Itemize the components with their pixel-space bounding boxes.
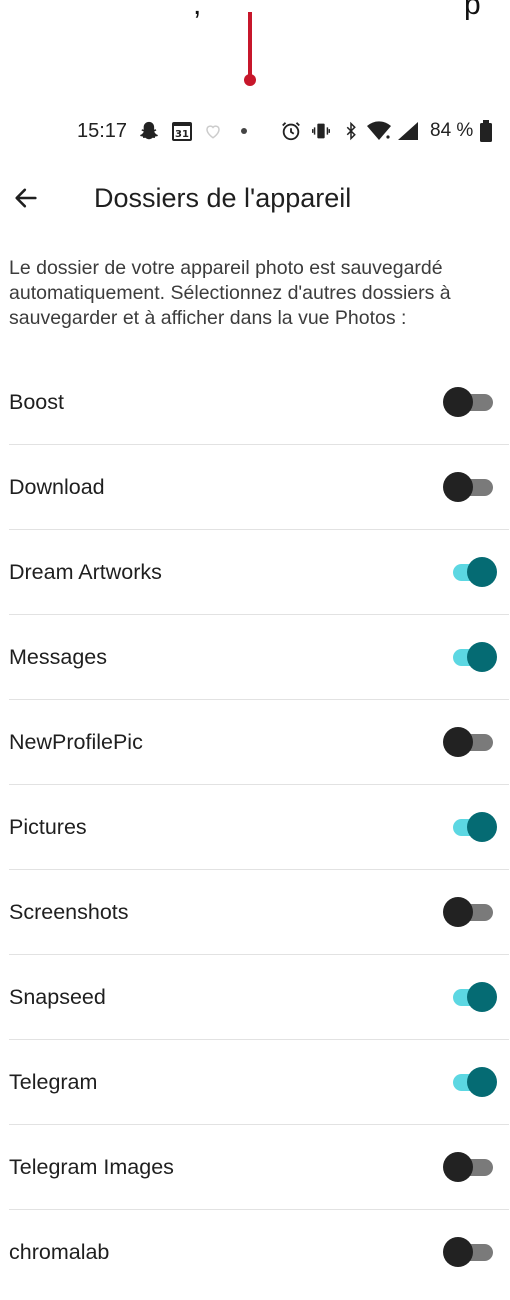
folder-name: Snapseed (9, 985, 106, 1009)
dot-icon (240, 116, 248, 146)
folder-name: Messages (9, 645, 107, 669)
folder-toggle-switch[interactable] (443, 1066, 497, 1098)
toggle-thumb (467, 982, 497, 1012)
status-time: 15:17 (77, 119, 128, 142)
folder-row[interactable]: Messages (9, 615, 509, 700)
caption-left-text: , (193, 0, 202, 21)
battery-percent: 84 % (430, 120, 474, 141)
toggle-thumb (443, 472, 473, 502)
caption-right-text: p (464, 0, 481, 21)
toggle-thumb (467, 557, 497, 587)
folder-row[interactable]: Telegram Images (9, 1125, 509, 1210)
snapchat-icon (138, 116, 160, 146)
folder-name: Boost (9, 390, 64, 414)
folder-row[interactable]: Download (9, 445, 509, 530)
bluetooth-icon (342, 116, 360, 146)
arrow-left-icon[interactable] (10, 182, 42, 214)
folder-name: Telegram (9, 1070, 98, 1094)
folder-toggle-switch[interactable] (443, 1236, 495, 1268)
folder-name: Screenshots (9, 900, 129, 924)
vibrate-icon (310, 116, 332, 146)
calendar-day: 31 (175, 129, 189, 140)
toggle-thumb (467, 812, 497, 842)
folder-toggle-switch[interactable] (443, 471, 495, 503)
folder-toggle-switch[interactable] (443, 641, 497, 673)
folder-toggle-switch[interactable] (443, 981, 497, 1013)
folder-list: Boost Download Dream Artworks Messages NewPr… (0, 360, 510, 1294)
wifi-icon (366, 116, 392, 146)
toggle-thumb (443, 897, 473, 927)
status-bar: 15:17 31 84 % (0, 116, 510, 146)
folder-row[interactable]: Snapseed (9, 955, 509, 1040)
folder-name: Download (9, 475, 105, 499)
intro-text: Le dossier de votre appareil photo est s… (9, 257, 451, 329)
calendar-icon: 31 (170, 116, 194, 146)
folder-row[interactable]: Pictures (9, 785, 509, 870)
red-marker-dot (244, 74, 256, 86)
toggle-thumb (443, 1237, 473, 1267)
heart-icon (204, 116, 222, 146)
top-caption: , p (0, 0, 510, 22)
page-title: Dossiers de l'appareil (94, 183, 352, 213)
app-bar: Dossiers de l'appareil (0, 172, 510, 224)
toggle-thumb (467, 642, 497, 672)
cell-signal-icon (396, 116, 420, 146)
folder-name: NewProfilePic (9, 730, 143, 754)
toggle-thumb (443, 387, 473, 417)
folder-row[interactable]: Boost (9, 360, 509, 445)
folder-row[interactable]: chromalab (9, 1210, 509, 1294)
folder-toggle-switch[interactable] (443, 1151, 495, 1183)
folder-row[interactable]: Dream Artworks (9, 530, 509, 615)
folder-name: Telegram Images (9, 1155, 174, 1179)
folder-toggle-switch[interactable] (443, 896, 495, 928)
toggle-thumb (443, 1152, 473, 1182)
folder-toggle-switch[interactable] (443, 556, 497, 588)
folder-toggle-switch[interactable] (443, 811, 497, 843)
battery-icon (479, 116, 493, 146)
folder-name: Pictures (9, 815, 87, 839)
red-marker-line (248, 12, 252, 76)
folder-toggle-switch[interactable] (443, 386, 495, 418)
folder-row[interactable]: Telegram (9, 1040, 509, 1125)
folder-row[interactable]: Screenshots (9, 870, 509, 955)
folder-toggle-switch[interactable] (443, 726, 495, 758)
folder-name: chromalab (9, 1240, 110, 1264)
alarm-icon (280, 116, 302, 146)
folder-row[interactable]: NewProfilePic (9, 700, 509, 785)
folder-name: Dream Artworks (9, 560, 162, 584)
toggle-thumb (467, 1067, 497, 1097)
toggle-thumb (443, 727, 473, 757)
